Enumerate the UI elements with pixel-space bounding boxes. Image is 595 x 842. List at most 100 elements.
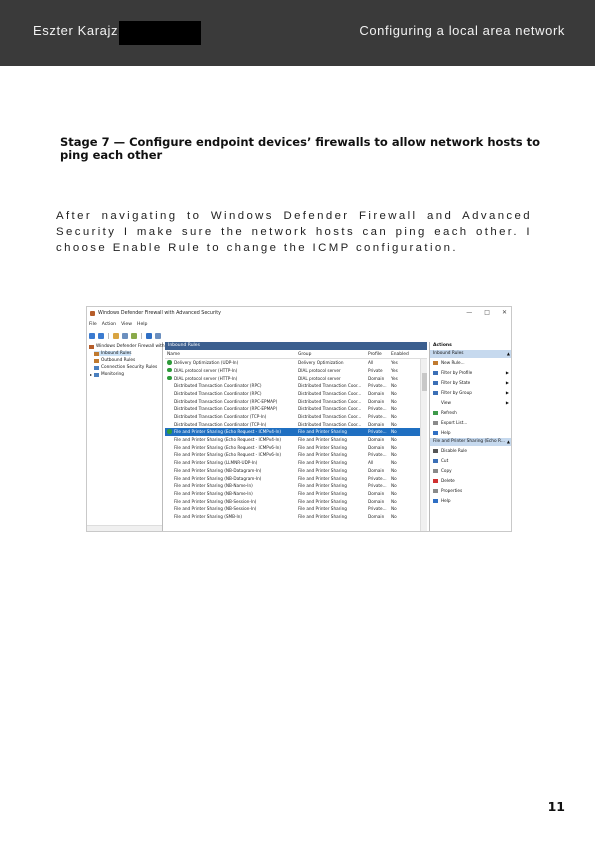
tree-item-outbound-rules[interactable]: Outbound Rules <box>94 358 135 363</box>
rule-enabled-cell: No <box>391 437 397 443</box>
column-name[interactable]: Name <box>167 352 180 357</box>
rule-profile-cell: All <box>368 460 374 466</box>
enabled-check-icon <box>167 375 172 381</box>
window-titlebar: Windows Defender Firewall with Advanced … <box>87 307 511 321</box>
rule-enabled-cell: No <box>391 506 397 512</box>
action-filter-by-group[interactable]: Filter by Group ▶ <box>430 388 511 398</box>
action-label: Help <box>441 430 451 435</box>
rule-group-cell: File and Printer Sharing <box>298 452 347 458</box>
rule-enabled-cell: No <box>391 414 397 419</box>
vertical-scrollbar[interactable] <box>420 359 427 531</box>
menu-view[interactable]: View <box>121 322 132 327</box>
properties-icon <box>433 489 438 493</box>
table-row[interactable]: File and Printer Sharing (Echo Request -… <box>165 428 427 436</box>
action-label: Filter by State <box>441 380 471 385</box>
tree-item-inbound-rules[interactable]: Inbound Rules <box>94 351 132 356</box>
rule-enabled-cell: No <box>391 383 397 389</box>
table-row[interactable]: Delivery Optimization (UDP-In) Delivery O… <box>165 359 427 367</box>
rule-group-cell: Distributed Transaction Coor... <box>298 390 362 396</box>
action-refresh[interactable]: Refresh <box>430 408 511 418</box>
tree-item-root[interactable]: Windows Defender Firewall with <box>89 344 165 349</box>
rule-action-help[interactable]: Help <box>430 496 511 506</box>
navigation-tree: Windows Defender Firewall with Inbound R… <box>87 342 165 531</box>
properties-icon[interactable] <box>155 332 161 339</box>
console-tree-icon[interactable] <box>122 332 128 339</box>
table-row[interactable]: File and Printer Sharing (NB-Name-In) Fil… <box>165 482 427 490</box>
action-filter-by-state[interactable]: Filter by State ▶ <box>430 378 511 388</box>
table-row[interactable]: Distributed Transaction Coordinator (TCP… <box>165 421 427 429</box>
rule-action-delete[interactable]: Delete <box>430 476 511 486</box>
action-label: Copy <box>441 468 452 473</box>
table-row[interactable]: File and Printer Sharing (NB-Session-In)… <box>165 505 427 513</box>
actions-section-inbound-rules[interactable]: Inbound Rules <box>430 350 511 358</box>
menu-action[interactable]: Action <box>102 322 116 327</box>
rule-profile-cell: Private... <box>368 506 387 512</box>
rule-action-disable-rule[interactable]: Disable Rule <box>430 446 511 456</box>
table-row[interactable]: File and Printer Sharing (Echo Request -… <box>165 451 427 459</box>
table-row[interactable]: File and Printer Sharing (Echo Request -… <box>165 444 427 452</box>
rule-action-copy[interactable]: Copy <box>430 466 511 476</box>
forward-arrow-icon[interactable] <box>98 332 104 339</box>
rule-action-cut[interactable]: Cut <box>430 456 511 466</box>
menu-help[interactable]: Help <box>137 322 147 327</box>
filter-by-state-icon <box>433 381 438 385</box>
actions-list-rule: Disable Rule Cut Copy Delete Properties Help <box>430 446 511 506</box>
table-row[interactable]: File and Printer Sharing (SMB-In) File an… <box>165 513 427 521</box>
tree-item-label: Connection Security Rules <box>101 365 158 370</box>
table-row[interactable]: DIAL protocol server (HTTP-In) DIAL proto… <box>165 374 427 382</box>
export-icon[interactable] <box>131 332 137 339</box>
table-row[interactable]: Distributed Transaction Coordinator (RPC… <box>165 382 427 390</box>
toolbar-divider <box>141 332 142 339</box>
tree-item-monitoring[interactable]: ▸ Monitoring <box>90 372 124 377</box>
new-rule-icon <box>433 361 438 365</box>
table-row[interactable]: DIAL protocol server (HTTP-In) DIAL proto… <box>165 367 427 375</box>
table-row[interactable]: File and Printer Sharing (NB-Name-In) Fil… <box>165 490 427 498</box>
action-help[interactable]: Help <box>430 428 511 438</box>
table-row[interactable]: Distributed Transaction Coordinator (RPC… <box>165 397 427 405</box>
rules-pane-header: Inbound Rules <box>165 342 427 350</box>
column-group[interactable]: Group <box>298 352 311 357</box>
rule-profile-cell: Private... <box>368 483 387 489</box>
back-arrow-icon[interactable] <box>89 332 95 339</box>
help-icon[interactable] <box>146 332 152 339</box>
table-row[interactable]: File and Printer Sharing (NB-Datagram-In… <box>165 467 427 475</box>
action-export-list[interactable]: Export List... <box>430 418 511 428</box>
scrollbar-thumb[interactable] <box>422 373 427 391</box>
table-row[interactable]: Distributed Transaction Coordinator (TCP… <box>165 413 427 421</box>
close-icon[interactable]: ✕ <box>502 309 507 316</box>
table-row[interactable]: Distributed Transaction Coordinator (RPC… <box>165 390 427 398</box>
rule-action-properties[interactable]: Properties <box>430 486 511 496</box>
help-icon <box>433 499 438 503</box>
minimize-icon[interactable]: — <box>466 309 472 316</box>
folder-icon[interactable] <box>113 332 119 339</box>
action-label: Cut <box>441 458 449 463</box>
column-profile[interactable]: Profile <box>368 352 382 357</box>
action-label: View <box>441 400 451 405</box>
action-filter-by-profile[interactable]: Filter by Profile ▶ <box>430 368 511 378</box>
rule-profile-cell: Domain <box>368 421 385 427</box>
expand-arrow-icon[interactable]: ▸ <box>90 372 92 377</box>
action-view[interactable]: View ▶ <box>430 398 511 408</box>
table-row[interactable]: Distributed Transaction Coordinator (RPC… <box>165 405 427 413</box>
table-row[interactable]: File and Printer Sharing (NB-Datagram-In… <box>165 474 427 482</box>
rule-profile-cell: Private... <box>368 452 387 458</box>
menu-file[interactable]: File <box>89 322 97 327</box>
window-title: Windows Defender Firewall with Advanced … <box>98 311 221 316</box>
action-new-rule[interactable]: New Rule... <box>430 358 511 368</box>
table-row[interactable]: File and Printer Sharing (LLMNR-UDP-In) F… <box>165 459 427 467</box>
rule-group-cell: File and Printer Sharing <box>298 506 347 512</box>
tree-item-connection-security-rules[interactable]: Connection Security Rules <box>94 365 157 370</box>
table-row[interactable]: File and Printer Sharing (NB-Session-In)… <box>165 497 427 505</box>
maximize-icon[interactable]: □ <box>484 309 490 316</box>
horizontal-scrollbar[interactable] <box>87 525 162 531</box>
rule-group-cell: File and Printer Sharing <box>298 490 347 496</box>
rule-enabled-cell: No <box>391 444 397 450</box>
header-bar: Eszter Karajz Configuring a local area n… <box>0 0 595 66</box>
actions-section-selected-rule[interactable]: File and Printer Sharing (Echo R... <box>430 438 511 446</box>
column-enabled[interactable]: Enabled <box>391 352 409 357</box>
table-row[interactable]: File and Printer Sharing (Echo Request -… <box>165 436 427 444</box>
filter-by-profile-icon <box>433 371 438 375</box>
rule-name-cell: DIAL protocol server (HTTP-In) <box>174 375 238 381</box>
rule-enabled-cell: Yes <box>391 375 398 381</box>
view-icon <box>433 401 438 405</box>
